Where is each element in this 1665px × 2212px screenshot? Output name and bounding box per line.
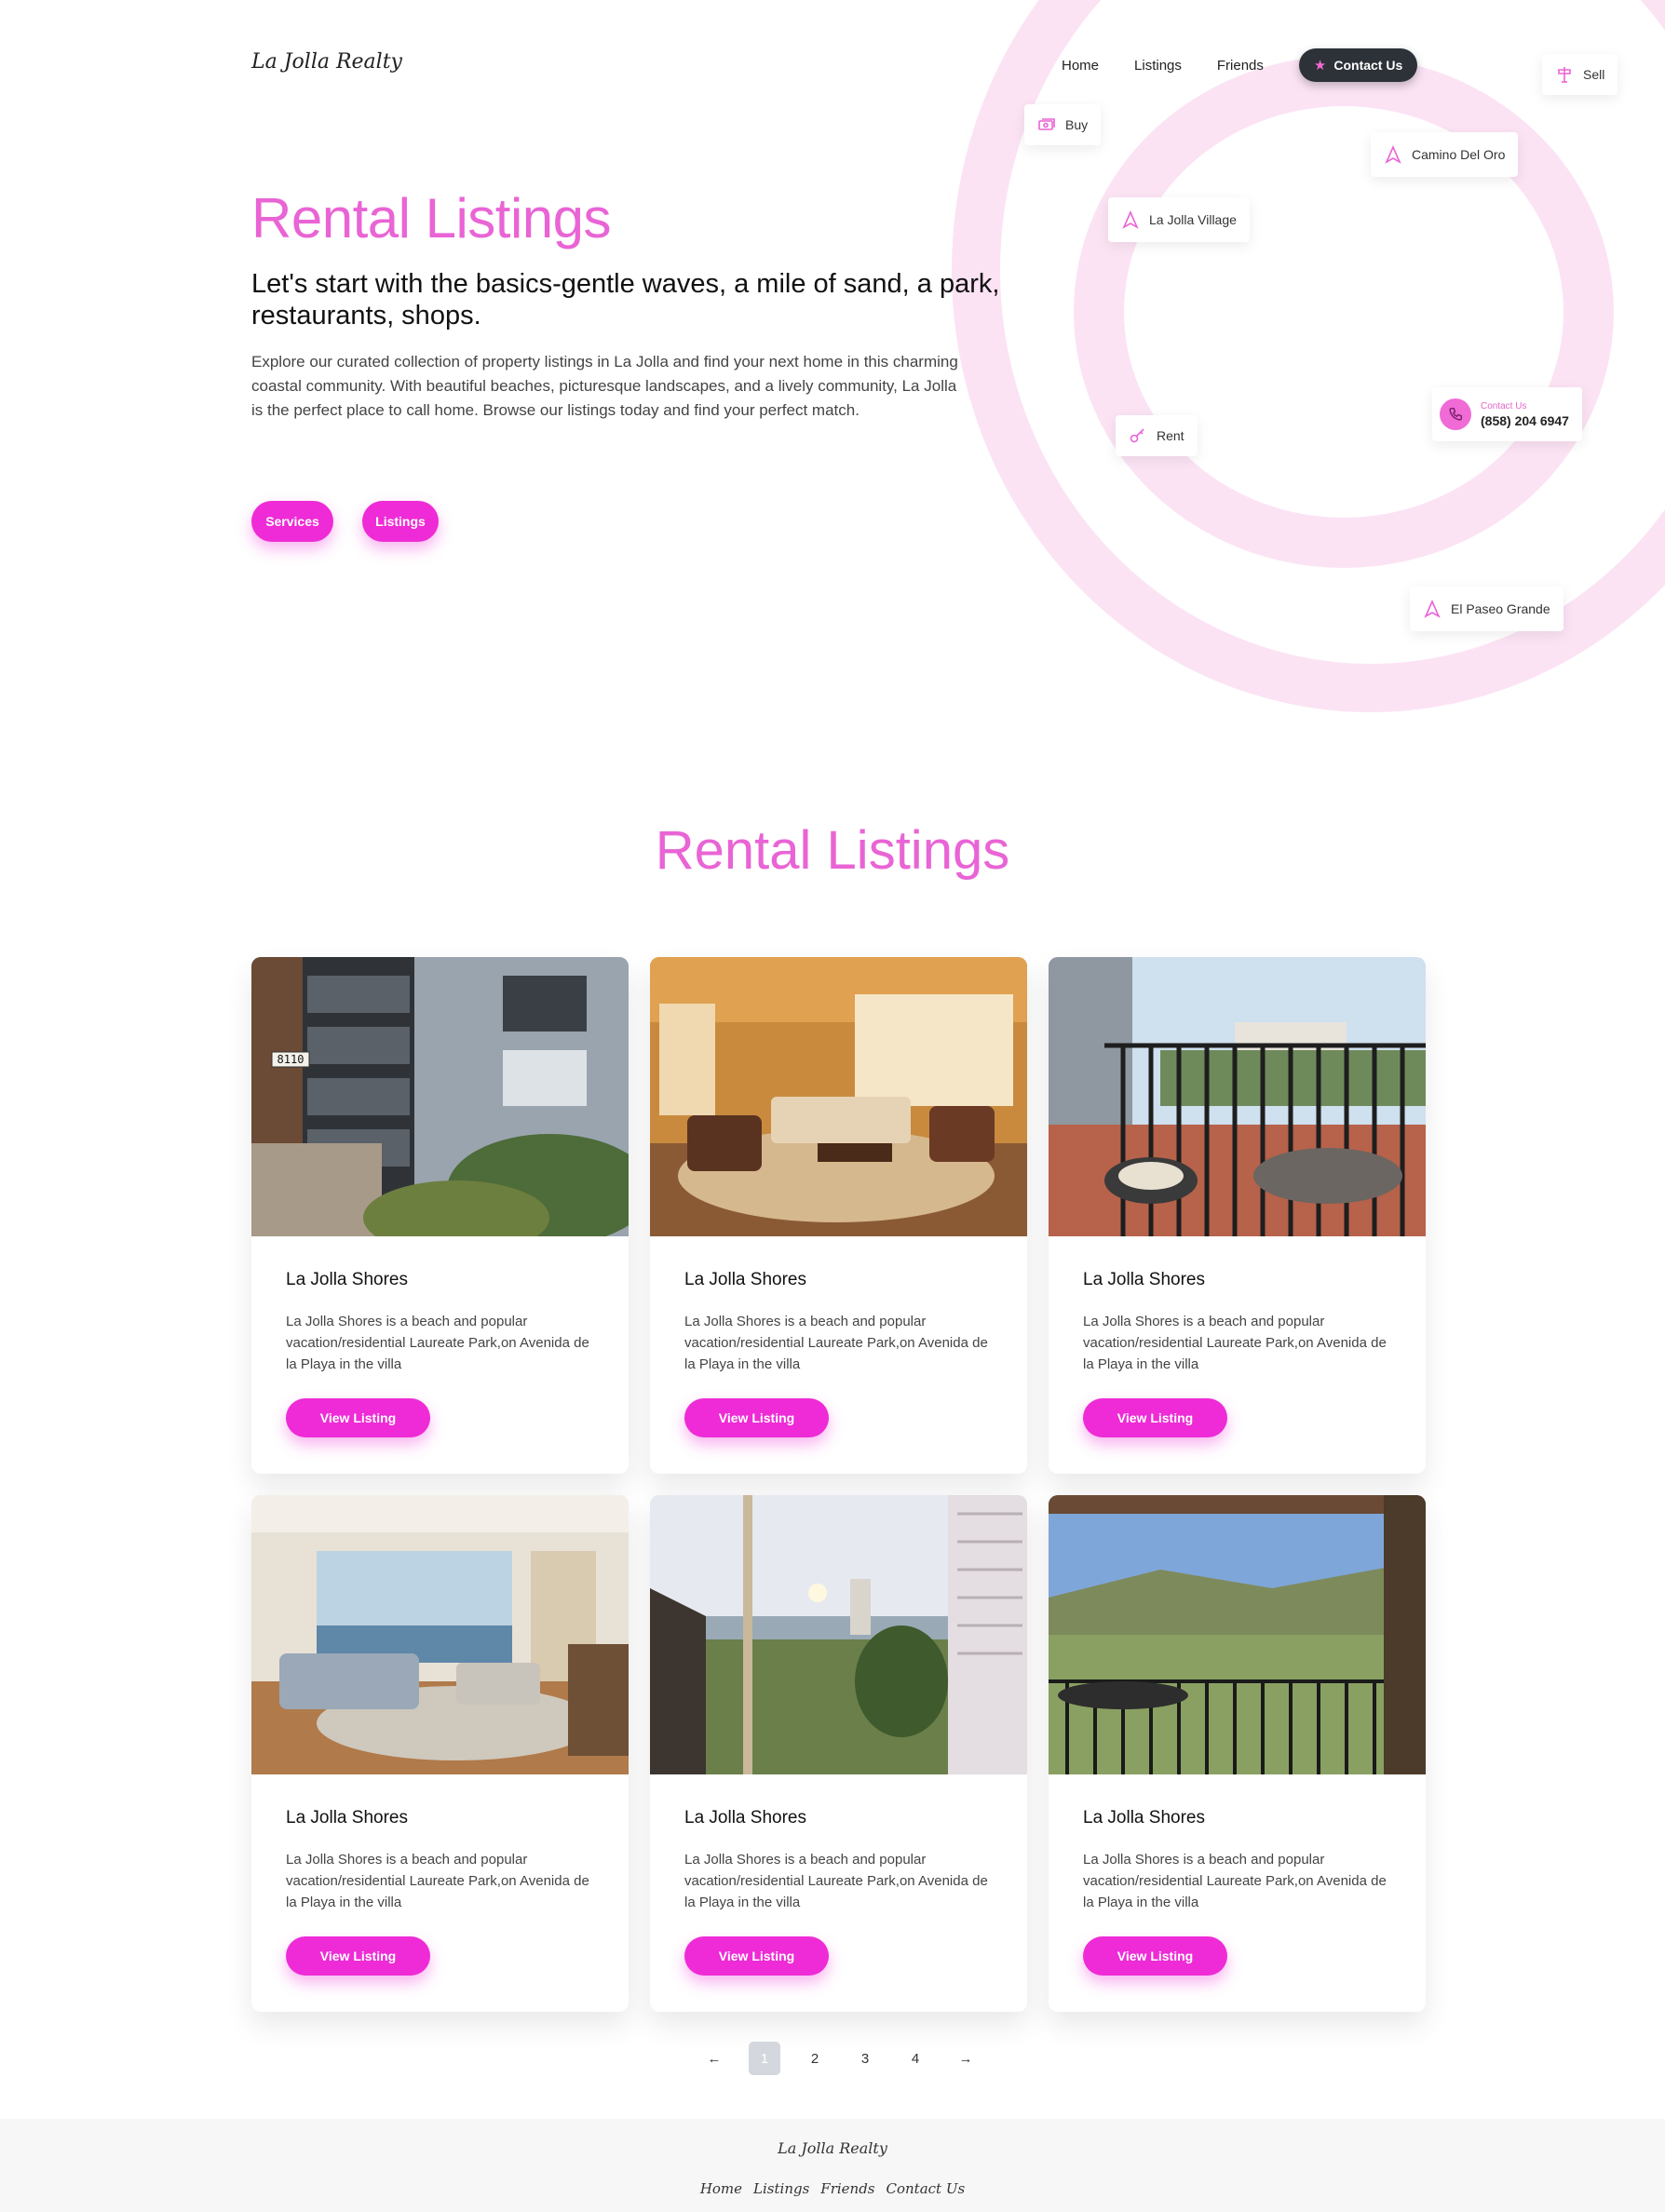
hero-title: Rental Listings bbox=[251, 187, 612, 250]
hero-subtitle: Let's start with the basics-gentle waves… bbox=[251, 269, 1000, 330]
chip-rent-label: Rent bbox=[1157, 428, 1184, 443]
view-listing-button[interactable]: View Listing bbox=[684, 1398, 829, 1437]
listing-description: La Jolla Shores is a beach and popular v… bbox=[1083, 1852, 1387, 1910]
chip-la-jolla-village[interactable]: La Jolla Village bbox=[1108, 197, 1250, 242]
brand-logo[interactable]: La Jolla Realty bbox=[251, 50, 402, 74]
location-arrow-icon bbox=[1122, 210, 1139, 229]
listing-title: La Jolla Shores bbox=[1083, 1808, 1205, 1828]
pagination-page-1[interactable]: 1 bbox=[749, 2042, 780, 2075]
chip-buy-label: Buy bbox=[1065, 117, 1089, 132]
main-nav: Home Listings Friends ★ Contact Us bbox=[1062, 48, 1418, 82]
key-icon bbox=[1130, 428, 1144, 443]
chip-sell-label: Sell bbox=[1583, 67, 1605, 82]
building-number: 8110 bbox=[278, 1053, 305, 1066]
view-listing-button[interactable]: View Listing bbox=[286, 1398, 430, 1437]
footer-link-contact[interactable]: Contact Us bbox=[887, 2180, 966, 2197]
chip-contact-label: Contact Us bbox=[1481, 400, 1527, 411]
listing-title: La Jolla Shores bbox=[286, 1270, 408, 1289]
listing-title: La Jolla Shores bbox=[286, 1808, 408, 1828]
listing-description: La Jolla Shores is a beach and popular v… bbox=[684, 1852, 988, 1910]
listing-photo-bright-living-room bbox=[251, 1495, 629, 1774]
view-listing-button[interactable]: View Listing bbox=[286, 1936, 430, 1976]
chip-rent[interactable]: Rent bbox=[1116, 415, 1198, 456]
money-icon bbox=[1038, 118, 1055, 130]
chip-camino-del-oro[interactable]: Camino Del Oro bbox=[1371, 132, 1519, 177]
footer-link-friends[interactable]: Friends bbox=[820, 2180, 874, 2197]
footer-brand[interactable]: La Jolla Realty bbox=[0, 2139, 1665, 2157]
listing-photo-hillside-view bbox=[1049, 1495, 1426, 1774]
footer-links: Home Listings Friends Contact Us bbox=[0, 2180, 1665, 2197]
listing-photo-building: 8110 bbox=[251, 957, 629, 1236]
nav-home[interactable]: Home bbox=[1062, 58, 1099, 74]
listing-photo-beach-view bbox=[650, 1495, 1027, 1774]
footer-link-home[interactable]: Home bbox=[700, 2180, 742, 2197]
contact-us-button[interactable]: ★ Contact Us bbox=[1298, 48, 1418, 82]
listing-description: La Jolla Shores is a beach and popular v… bbox=[684, 1314, 988, 1372]
footer: La Jolla Realty Home Listings Friends Co… bbox=[0, 2119, 1665, 2212]
pagination-page-2[interactable]: 2 bbox=[790, 2042, 840, 2075]
view-listing-button[interactable]: View Listing bbox=[1083, 1398, 1227, 1437]
star-icon: ★ bbox=[1313, 58, 1327, 74]
listing-description: La Jolla Shores is a beach and popular v… bbox=[286, 1314, 589, 1372]
pagination-next[interactable]: → bbox=[941, 2042, 991, 2075]
chip-sell[interactable]: Sell bbox=[1542, 54, 1618, 95]
listing-title: La Jolla Shores bbox=[684, 1808, 806, 1828]
chip-paseo-label: El Paseo Grande bbox=[1451, 601, 1550, 616]
listing-photo-balcony bbox=[1049, 957, 1426, 1236]
pagination-prev[interactable]: ← bbox=[689, 2042, 739, 2075]
hero-description: Explore our curated collection of proper… bbox=[251, 353, 958, 419]
footer-link-listings[interactable]: Listings bbox=[753, 2180, 809, 2197]
chip-buy[interactable]: Buy bbox=[1024, 104, 1102, 145]
listing-title: La Jolla Shores bbox=[1083, 1270, 1205, 1289]
sign-icon bbox=[1558, 67, 1571, 83]
listing-card: La Jolla Shores La Jolla Shores is a bea… bbox=[1049, 957, 1426, 1474]
section-title: Rental Listings bbox=[655, 820, 1010, 881]
chip-contact-phone[interactable]: Contact Us (858) 204 6947 bbox=[1432, 387, 1582, 441]
phone-icon bbox=[1440, 398, 1471, 430]
pagination-page-4[interactable]: 4 bbox=[890, 2042, 941, 2075]
listing-card: 8110 La Jolla Shores La Jolla Shores is … bbox=[251, 957, 629, 1474]
listing-description: La Jolla Shores is a beach and popular v… bbox=[1083, 1314, 1387, 1372]
pagination: ← 1 2 3 4 → bbox=[689, 2042, 991, 2075]
chip-camino-label: Camino Del Oro bbox=[1412, 147, 1506, 162]
listing-photo-living-room bbox=[650, 957, 1027, 1236]
listings-button[interactable]: Listings bbox=[362, 501, 439, 542]
chip-phone-number: (858) 204 6947 bbox=[1481, 412, 1569, 428]
inner-ring bbox=[1074, 56, 1614, 568]
services-button[interactable]: Services bbox=[251, 501, 333, 542]
contact-us-label: Contact Us bbox=[1333, 58, 1403, 73]
nav-friends[interactable]: Friends bbox=[1217, 58, 1264, 74]
chip-el-paseo-grande[interactable]: El Paseo Grande bbox=[1410, 587, 1563, 631]
nav-listings[interactable]: Listings bbox=[1134, 58, 1182, 74]
listing-card: La Jolla Shores La Jolla Shores is a bea… bbox=[1049, 1495, 1426, 2012]
view-listing-button[interactable]: View Listing bbox=[684, 1936, 829, 1976]
listing-description: La Jolla Shores is a beach and popular v… bbox=[286, 1852, 589, 1910]
listing-card: La Jolla Shores La Jolla Shores is a bea… bbox=[251, 1495, 629, 2012]
listing-title: La Jolla Shores bbox=[684, 1270, 806, 1289]
listing-card: La Jolla Shores La Jolla Shores is a bea… bbox=[650, 957, 1027, 1474]
chip-village-label: La Jolla Village bbox=[1149, 212, 1237, 227]
view-listing-button[interactable]: View Listing bbox=[1083, 1936, 1227, 1976]
listing-card: La Jolla Shores La Jolla Shores is a bea… bbox=[650, 1495, 1027, 2012]
pagination-page-3[interactable]: 3 bbox=[840, 2042, 890, 2075]
location-arrow-icon bbox=[1424, 600, 1441, 618]
location-arrow-icon bbox=[1385, 145, 1401, 164]
